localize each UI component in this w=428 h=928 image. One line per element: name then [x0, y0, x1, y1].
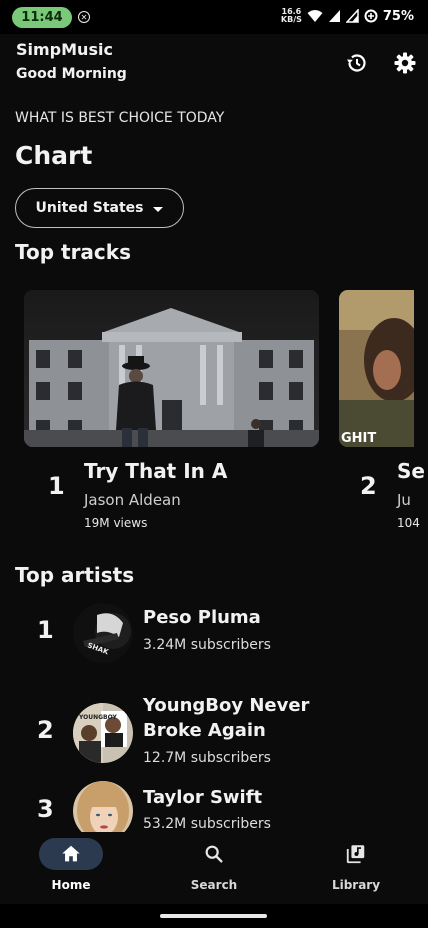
track-views-1: 19M views — [84, 516, 148, 530]
country-dropdown[interactable]: United States — [15, 188, 184, 228]
artist-name-3[interactable]: Taylor Swift — [143, 785, 313, 810]
home-icon — [62, 845, 80, 862]
section-subtitle: WHAT IS BEST CHOICE TODAY — [15, 110, 225, 126]
artist-subscribers-1: 3.24M subscribers — [143, 637, 271, 653]
status-time: 11:44 — [12, 7, 72, 28]
track-2-image: GHIT — [339, 290, 414, 447]
track-rank-2: 2 — [360, 472, 377, 500]
nav-library-label: Library — [331, 878, 381, 892]
settings-icon[interactable] — [393, 51, 417, 75]
nav-home-label: Home — [51, 878, 91, 892]
nav-home-pill — [39, 838, 103, 870]
top-tracks-heading: Top tracks — [15, 240, 131, 264]
history-icon[interactable] — [345, 51, 369, 75]
artist-name-2[interactable]: YoungBoy Never Broke Again — [143, 693, 313, 743]
track-title-1[interactable]: Try That In A — [84, 459, 227, 483]
artist-rank-3: 3 — [37, 795, 54, 823]
signal-2-icon — [345, 9, 359, 23]
caret-down-icon — [153, 206, 164, 212]
artist-subscribers-2: 12.7M subscribers — [143, 750, 271, 766]
artist-avatar-1[interactable]: SHAK — [73, 603, 133, 663]
track-thumbnail-2[interactable]: GHIT — [339, 290, 414, 447]
wifi-icon — [307, 10, 323, 22]
data-saver-icon — [364, 9, 378, 23]
artist-1-image: SHAK — [73, 603, 133, 663]
network-speed: 16.6 KB/S — [281, 8, 302, 24]
network-speed-unit: KB/S — [280, 15, 302, 24]
nav-library-pill — [324, 838, 388, 870]
status-bar: 11:44 ✕ 16.6 KB/S 75% — [0, 0, 428, 34]
track-thumbnail-1[interactable] — [24, 290, 319, 447]
notification-icon: ✕ — [78, 11, 90, 23]
track-views-2: 104 — [397, 516, 420, 530]
home-gesture-bar[interactable] — [160, 914, 267, 918]
gesture-area — [0, 904, 428, 928]
library-icon — [346, 845, 365, 864]
app-title: SimpMusic — [16, 40, 113, 59]
greeting: Good Morning — [16, 66, 127, 82]
track-title-2[interactable]: Se — [397, 459, 425, 483]
svg-text:YOUNGBOY: YOUNGBOY — [78, 714, 118, 721]
nav-search-label: Search — [190, 878, 238, 892]
bottom-navigation: Home Search Library — [0, 832, 428, 904]
artist-avatar-2[interactable]: YOUNGBOY — [73, 703, 133, 763]
top-artists-heading: Top artists — [15, 563, 135, 587]
page-title: Chart — [15, 141, 93, 170]
artist-name-1[interactable]: Peso Pluma — [143, 605, 313, 630]
track-artist-1: Jason Aldean — [84, 491, 181, 509]
nav-search-pill — [182, 838, 246, 870]
nav-home[interactable]: Home — [21, 832, 121, 904]
track-rank-1: 1 — [48, 472, 65, 500]
artist-rank-2: 2 — [37, 716, 54, 744]
signal-icon — [328, 10, 340, 22]
country-value: United States — [35, 200, 144, 216]
status-right-group: 16.6 KB/S 75% — [281, 8, 414, 24]
nav-search[interactable]: Search — [164, 832, 264, 904]
artist-2-image: YOUNGBOY — [73, 703, 133, 763]
artist-rank-1: 1 — [37, 616, 54, 644]
track-1-image — [24, 290, 319, 447]
track-artist-2: Ju — [397, 491, 411, 509]
search-icon — [205, 845, 223, 863]
battery-percent: 75% — [382, 8, 414, 24]
nav-library[interactable]: Library — [306, 832, 406, 904]
artist-subscribers-3: 53.2M subscribers — [143, 816, 271, 832]
track-2-thumb-text: GHIT — [341, 431, 376, 446]
